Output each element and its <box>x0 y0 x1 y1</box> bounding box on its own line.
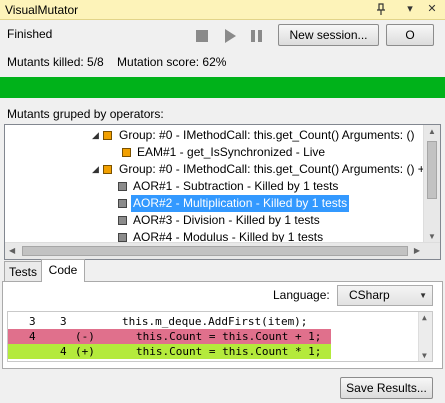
code-line: 4 (+) this.Count = this.Count * 1; <box>8 344 331 359</box>
tree-row-label: AOR#3 - Division - Killed by 1 tests <box>133 213 320 227</box>
old-line-number: 4 <box>29 330 36 343</box>
session-status: Finished <box>7 27 53 41</box>
tree-row[interactable]: ◢ Group: #0 - IMethodCall: this.get_Count… <box>5 161 435 178</box>
tree-row[interactable]: AOR#3 - Division - Killed by 1 tests <box>5 212 425 229</box>
status-square-gray-icon <box>118 233 127 242</box>
tree-row[interactable]: AOR#2 - Multiplication - Killed by 1 tes… <box>5 195 425 212</box>
stop-icon[interactable] <box>193 27 211 45</box>
new-line-number: 3 <box>60 315 67 328</box>
code-line: 3 3 this.m_deque.AddFirst(item); <box>8 314 331 329</box>
options-button[interactable]: O <box>386 24 434 46</box>
pin-icon[interactable] <box>374 2 388 16</box>
tab-code[interactable]: Code <box>41 259 85 282</box>
chevron-down-icon: ▼ <box>419 291 427 300</box>
tab-tests[interactable]: Tests <box>4 261 42 282</box>
status-square-orange-icon <box>103 165 112 174</box>
mutation-stats: Mutants killed: 5/8 Mutation score: 62% <box>7 55 227 69</box>
scroll-up-icon[interactable]: ▲ <box>422 313 427 322</box>
status-square-orange-icon <box>103 131 112 140</box>
tree-row[interactable]: AOR#1 - Subtraction - Killed by 1 tests <box>5 178 425 195</box>
language-value: CSharp <box>349 288 390 302</box>
language-select[interactable]: CSharp ▼ <box>337 285 433 306</box>
scroll-thumb[interactable] <box>22 246 408 256</box>
tree-horizontal-scrollbar[interactable]: ◀ ▶ <box>5 242 440 259</box>
diff-marker: (-) <box>75 330 95 343</box>
dropdown-icon[interactable]: ▾ <box>403 2 417 16</box>
tree-row[interactable]: ◢ Group: #0 - IMethodCall: this.get_Count… <box>5 127 425 144</box>
tree-vertical-scrollbar[interactable]: ▲ ▼ <box>423 125 440 243</box>
code-text: this.m_deque.AddFirst(item); <box>122 315 308 328</box>
status-square-gray-icon <box>118 199 127 208</box>
progress-fill <box>0 77 445 98</box>
tree-row[interactable]: EAM#1 - get_IsSynchronized - Live <box>5 144 425 161</box>
title-bar: VisualMutator ▾ ✕ <box>0 0 445 20</box>
scroll-thumb[interactable] <box>427 141 437 199</box>
tree-row-label: Group: #0 - IMethodCall: this.get_Count(… <box>119 162 435 176</box>
tree-row-label: Group: #0 - IMethodCall: this.get_Count(… <box>119 128 415 142</box>
window-title: VisualMutator <box>5 3 79 17</box>
status-square-orange-icon <box>122 148 131 157</box>
language-label: Language: <box>273 288 330 302</box>
tree-row-label: AOR#2 - Multiplication - Killed by 1 tes… <box>131 195 350 212</box>
pause-icon[interactable] <box>248 27 266 45</box>
code-text: this.Count = this.Count + 1; <box>136 330 322 343</box>
tree-row-label: EAM#1 - get_IsSynchronized - Live <box>137 145 326 159</box>
code-line: 4 (-) this.Count = this.Count + 1; <box>8 329 331 344</box>
close-icon[interactable]: ✕ <box>425 2 439 16</box>
expander-icon[interactable]: ◢ <box>92 161 99 178</box>
scroll-down-icon[interactable]: ▼ <box>422 351 427 360</box>
code-text: this.Count = this.Count * 1; <box>136 345 322 358</box>
tree-row-label: AOR#1 - Subtraction - Killed by 1 tests <box>133 179 339 193</box>
play-icon[interactable] <box>221 27 239 45</box>
diff-marker: (+) <box>75 345 95 358</box>
tree-heading: Mutants gruped by operators: <box>7 107 164 121</box>
scroll-left-icon[interactable]: ◀ <box>9 246 15 255</box>
new-line-number: 4 <box>60 345 67 358</box>
mutants-tree[interactable]: ◢ Group: #0 - IMethodCall: this.get_Count… <box>4 124 441 260</box>
scroll-up-icon[interactable]: ▲ <box>428 127 436 136</box>
code-vertical-scrollbar[interactable]: ▲ ▼ <box>418 312 432 361</box>
status-square-gray-icon <box>118 216 127 225</box>
scroll-down-icon[interactable]: ▼ <box>428 232 436 241</box>
save-results-button[interactable]: Save Results... <box>340 377 433 399</box>
expander-icon[interactable]: ◢ <box>92 127 99 144</box>
progress-bar <box>0 77 445 98</box>
new-session-button[interactable]: New session... <box>278 24 379 46</box>
status-square-gray-icon <box>118 182 127 191</box>
old-line-number: 3 <box>29 315 36 328</box>
code-diff-view[interactable]: 3 3 this.m_deque.AddFirst(item); 4 (-) this.C… <box>7 311 433 362</box>
scroll-right-icon[interactable]: ▶ <box>414 246 420 255</box>
